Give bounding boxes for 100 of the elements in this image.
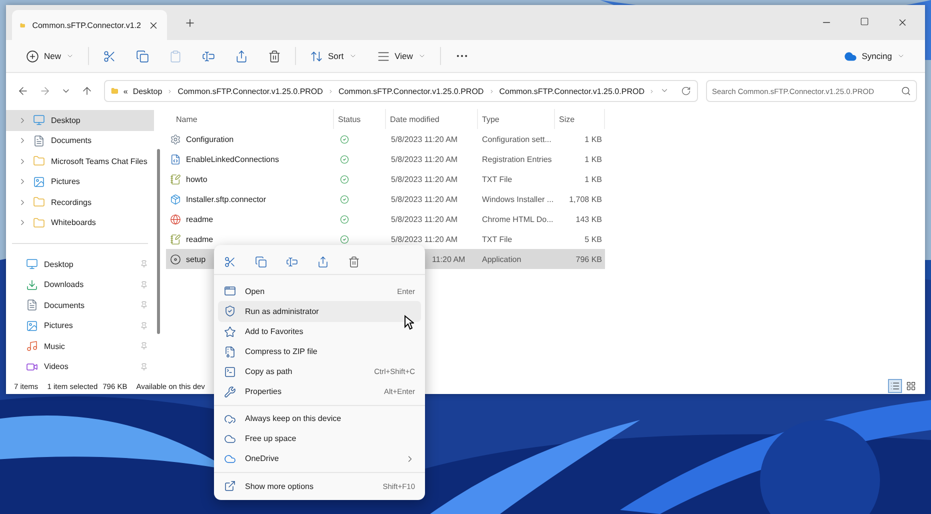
menu-item[interactable]: Run as administrator	[218, 301, 421, 322]
date-cell-text: 5/8/2023 11:20 AM	[390, 154, 459, 164]
sidebar-item[interactable]: Pictures	[6, 172, 154, 192]
size-cell-text: 1,708 KB	[568, 194, 603, 204]
size-cell-text: 1 KB	[584, 174, 603, 184]
breadcrumb[interactable]: Desktop	[132, 86, 162, 96]
pin-icon	[140, 260, 148, 268]
column-header[interactable]: Name	[166, 109, 334, 129]
list-icon	[890, 381, 900, 391]
menu-item[interactable]: OneDrive	[218, 448, 421, 470]
type-cell-text: Registration Entries	[481, 154, 553, 164]
type-cell-text: TXT File	[481, 234, 514, 244]
view-icon	[376, 50, 390, 62]
column-header[interactable]: Date modified	[386, 109, 478, 129]
sidebar-item[interactable]: Microsoft Teams Chat Files	[6, 151, 154, 172]
cloud-icon	[844, 50, 857, 62]
sort-icon	[310, 50, 324, 62]
zip-icon	[224, 346, 236, 358]
breadcrumb[interactable]: Common.sFTP.Connector.v1.25.0.PROD	[178, 86, 323, 96]
share-icon	[235, 50, 248, 62]
file-name: readme	[186, 234, 214, 244]
breadcrumb[interactable]: Common.sFTP.Connector.v1.25.0.PROD	[338, 86, 484, 96]
menu-item[interactable]: Compress to ZIP file	[218, 342, 421, 362]
type-cell-text: TXT File	[481, 174, 514, 184]
date-cell-text: 5/8/2023 11:20 AM	[390, 174, 459, 184]
folder-tab[interactable]: Common.sFTP.Connector.v1.2	[12, 10, 167, 40]
folder-icon	[33, 216, 45, 229]
copy-button[interactable]	[253, 254, 269, 270]
close-icon	[897, 17, 908, 28]
menu-item[interactable]: Add to Favorites	[218, 322, 421, 342]
sidebar-item[interactable]: Desktop	[6, 110, 154, 130]
file-row[interactable]: EnableLinkedConnections 5/8/2023 11:20 AM Registration Entries 1 KB	[166, 149, 605, 169]
chevron-icon	[18, 116, 27, 125]
forward-icon	[39, 85, 51, 97]
delete-button[interactable]	[346, 254, 362, 270]
close-icon	[148, 20, 159, 30]
synced-icon	[340, 134, 349, 144]
pin-icon	[140, 362, 148, 371]
scrollbar[interactable]	[157, 149, 160, 334]
caret-icon	[660, 86, 669, 95]
application-icon	[170, 254, 181, 264]
file-row[interactable]: Installer.sftp.connector 5/8/2023 11:20 AM Windows Installer ... 1,708 KB	[166, 189, 605, 209]
new-button[interactable]: New	[16, 46, 84, 66]
details-view-button[interactable]	[889, 380, 901, 392]
size-cell-text: 5 KB	[584, 234, 603, 244]
sidebar-item[interactable]: Whiteboards	[6, 212, 154, 233]
chevron-icon	[18, 218, 27, 228]
sidebar-item[interactable]: Documents	[6, 295, 154, 316]
monitor-icon	[33, 114, 45, 126]
sidebar-item[interactable]: Music	[6, 336, 154, 356]
sidebar-item[interactable]: Videos	[6, 356, 154, 377]
sidebar-item[interactable]: Desktop	[6, 254, 154, 274]
address-bar[interactable]: « Desktop Common.sFTP.Connector.v1.25.0.PROD Common.sFTP.Connector.v1.25.0.PROD Common.sFTP.Connector.v1.25.0.PROD	[104, 80, 698, 102]
synced-icon	[340, 214, 349, 224]
size-cell-text: 143 KB	[574, 214, 603, 224]
text-file-icon	[170, 174, 181, 184]
file-row[interactable]: readme 5/8/2023 11:20 AM Chrome HTML Do... 143 KB	[166, 209, 605, 229]
caret-icon	[418, 52, 426, 60]
file-row[interactable]: Configuration 5/8/2023 11:20 AM Configuration sett... 1 KB	[166, 129, 605, 149]
column-header[interactable]: Type	[478, 109, 555, 129]
rename-icon	[286, 256, 298, 268]
menu-item[interactable]: Always keep on this device	[218, 408, 421, 429]
date-cell-text: 5/8/2023 11:20 AM	[390, 214, 459, 224]
download-icon	[26, 278, 38, 291]
picture-icon	[26, 320, 38, 332]
overflow-crumb[interactable]: «	[123, 86, 128, 96]
installer-icon	[170, 194, 181, 204]
sync-button[interactable]: Syncing	[834, 46, 915, 66]
caret-icon	[348, 52, 357, 60]
type-cell-text: Windows Installer ...	[481, 194, 555, 204]
sort-button[interactable]: Sort	[300, 46, 367, 66]
chevron-icon	[18, 136, 27, 146]
breadcrumb[interactable]: Common.sFTP.Connector.v1.25.0.PROD	[499, 86, 644, 96]
pin-icon	[140, 280, 148, 289]
file-name: setup	[186, 254, 206, 264]
type-cell-text: Chrome HTML Do...	[481, 214, 554, 224]
folder-icon	[33, 155, 45, 168]
tiles-view-button[interactable]	[905, 380, 917, 392]
menu-item[interactable]: Free up space	[218, 428, 421, 449]
size-cell-text: 1 KB	[584, 134, 603, 144]
file-name: readme	[186, 214, 214, 224]
grid-icon	[906, 381, 916, 391]
settings-file-icon	[170, 134, 181, 144]
view-button[interactable]: View	[366, 46, 436, 66]
document-icon	[33, 134, 45, 147]
sidebar-item[interactable]: Recordings	[6, 192, 154, 212]
pin-icon	[140, 301, 148, 310]
synced-icon	[340, 154, 349, 164]
plus-icon	[26, 50, 39, 62]
column-header[interactable]: Status	[334, 109, 386, 129]
date-cell-text: 11:20 AM	[431, 254, 466, 264]
up-icon	[81, 85, 93, 97]
file-row[interactable]: howto 5/8/2023 11:20 AM TXT File 1 KB	[166, 169, 605, 189]
file-row[interactable]: readme 5/8/2023 11:20 AM TXT File 5 KB	[166, 229, 605, 249]
sidebar-item[interactable]: Pictures	[6, 316, 154, 336]
sidebar-item[interactable]: Documents	[6, 130, 154, 151]
sidebar-item[interactable]: Downloads	[6, 274, 154, 295]
date-cell-text: 5/8/2023 11:20 AM	[390, 134, 459, 144]
column-header[interactable]: Size	[555, 109, 605, 129]
chevron-icon	[18, 177, 27, 186]
